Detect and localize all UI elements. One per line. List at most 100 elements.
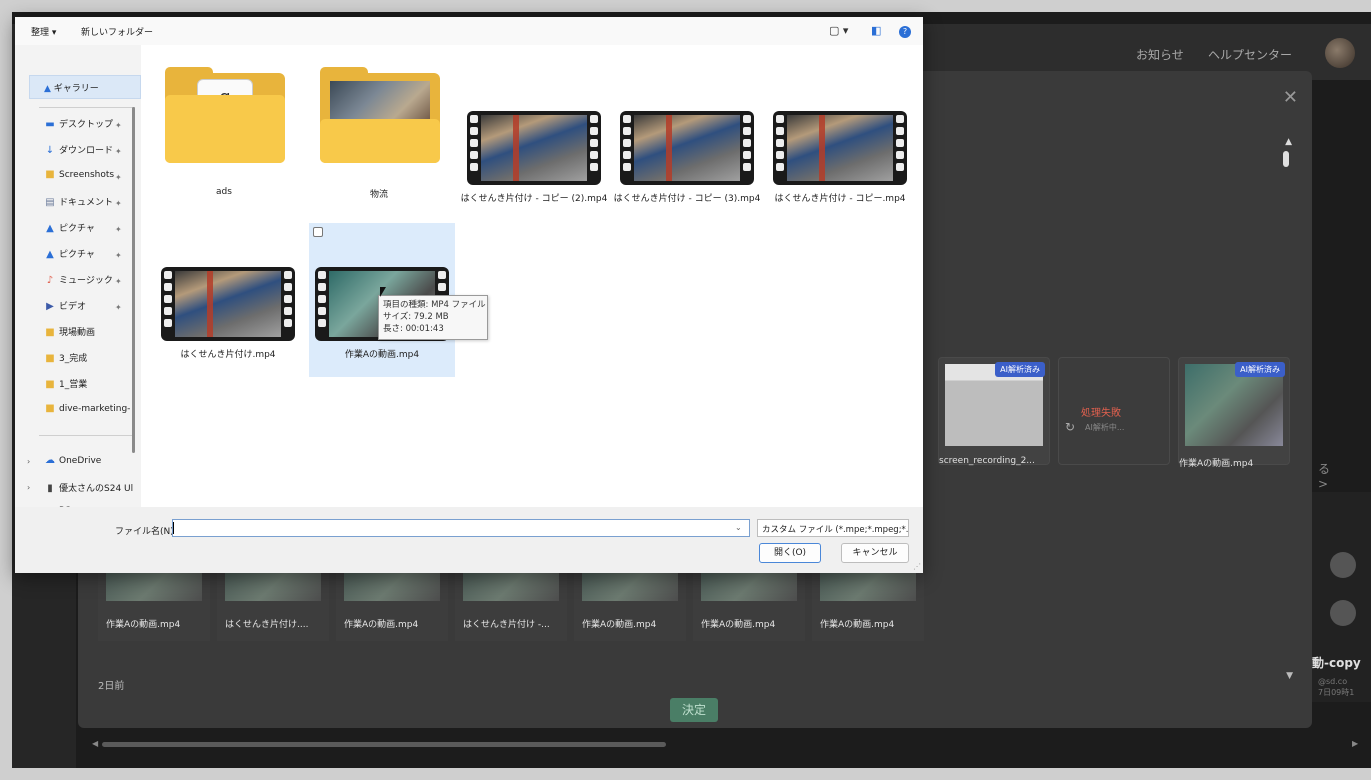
- music-icon: ♪: [46, 275, 54, 286]
- folder-icon: ■: [45, 327, 55, 338]
- download-icon: ↓: [45, 145, 55, 156]
- video-tile-label: はくせんき片付け -...: [463, 620, 550, 630]
- file-type-filter[interactable]: カスタム ファイル (*.mpe;*.mpeg;*.: [757, 519, 909, 537]
- notice-link[interactable]: お知らせ: [1136, 46, 1184, 63]
- video-thumbnail: [773, 111, 907, 185]
- nav-item-desktop[interactable]: ▬ デスクトップ: [43, 117, 113, 135]
- nav-item-phone[interactable]: ▮ 優太さんのS24 Ul: [43, 481, 133, 499]
- filename-input[interactable]: [172, 519, 750, 537]
- video-thumbnail: [344, 571, 440, 601]
- nav-item-music[interactable]: ♪ ミュージック: [43, 273, 113, 291]
- avatar[interactable]: [1325, 38, 1355, 68]
- nav-divider: [39, 435, 135, 436]
- nav-item-folder[interactable]: ■ 1_営業: [43, 377, 87, 395]
- tooltip-type: 項目の種類: MP4 ファイル: [383, 300, 486, 310]
- nav-item-documents[interactable]: ▤ ドキュメント: [43, 195, 113, 213]
- folder-icon: ■: [45, 403, 55, 414]
- confirm-button[interactable]: 決定: [670, 698, 718, 722]
- filter-value: カスタム ファイル (*.mpe;*.mpeg;*.: [762, 525, 909, 535]
- nav-item-pictures[interactable]: ▲ ピクチャ: [43, 247, 95, 265]
- video-tile-label: 作業Aの動画.mp4: [582, 620, 657, 630]
- horizontal-scrollbar[interactable]: [102, 742, 666, 747]
- nav-item-videos[interactable]: ▶ ビデオ: [43, 299, 86, 317]
- video-file-item[interactable]: はくせんき片付け.mp4: [155, 223, 301, 377]
- right-panel-title: 動-copy: [1312, 656, 1361, 670]
- chevron-right-icon[interactable]: ›: [27, 457, 30, 466]
- video-tile[interactable]: 作業Aの動画.mp4: [812, 571, 924, 641]
- reload-icon[interactable]: ↻: [1065, 420, 1075, 434]
- pin-icon[interactable]: ✦: [115, 251, 122, 260]
- nav-item-folder[interactable]: ■ 3_完成: [43, 351, 87, 369]
- video-tile[interactable]: 作業Aの動画.mp4: [98, 571, 210, 641]
- video-thumbnail: [225, 571, 321, 601]
- gallery-icon: ▲: [44, 84, 51, 94]
- folder-item[interactable]: ɑ ads: [151, 45, 297, 199]
- help-center-link[interactable]: ヘルプセンター: [1208, 46, 1292, 63]
- film-holes: [469, 115, 479, 181]
- video-thumbnail: [463, 571, 559, 601]
- close-icon[interactable]: ✕: [1283, 87, 1298, 108]
- right-panel-sub: @sd.co 7日09時1: [1318, 676, 1354, 698]
- media-card[interactable]: AI解析済み screen_recording_2...: [938, 357, 1050, 466]
- media-label: 作業Aの動画.mp4: [1179, 459, 1254, 469]
- nav-item-downloads[interactable]: ↓ ダウンロード: [43, 143, 113, 161]
- pin-icon[interactable]: ✦: [115, 303, 122, 312]
- cancel-button[interactable]: キャンセル: [841, 543, 909, 563]
- dialog-footer: ファイル名(N): ⌄ カスタム ファイル (*.mpe;*.mpeg;*. 開…: [15, 507, 923, 573]
- video-tile[interactable]: 作業Aの動画.mp4: [336, 571, 448, 641]
- preview-pane-icon[interactable]: ◧: [871, 24, 881, 37]
- scroll-down-icon[interactable]: ▼: [1286, 671, 1293, 681]
- pin-icon[interactable]: ✦: [115, 147, 122, 156]
- organize-menu[interactable]: 整理 ▾: [31, 25, 56, 38]
- video-tile[interactable]: はくせんき片付け....: [217, 571, 329, 641]
- nav-item-onedrive[interactable]: ☁ OneDrive: [43, 455, 101, 473]
- nav-item-screenshots[interactable]: ■ Screenshots: [43, 169, 114, 187]
- failed-status: 処理失敗: [1081, 408, 1121, 419]
- open-button[interactable]: 開く(O): [759, 543, 821, 563]
- video-tile-label: 作業Aの動画.mp4: [701, 620, 776, 630]
- help-icon[interactable]: ?: [899, 26, 911, 38]
- chevron-down-icon[interactable]: ⌄: [735, 523, 742, 532]
- scroll-left-icon[interactable]: ◀: [92, 739, 98, 748]
- pin-icon[interactable]: ✦: [115, 199, 122, 208]
- tooltip-size: サイズ: 79.2 MB: [383, 312, 449, 322]
- folder-icon: ■: [45, 169, 55, 180]
- film-holes: [589, 115, 599, 181]
- media-card[interactable]: AI解析済み 作業Aの動画.mp4: [1178, 357, 1290, 469]
- scroll-up-icon[interactable]: ▲: [1285, 137, 1292, 147]
- pin-icon[interactable]: ✦: [115, 173, 122, 182]
- video-file-item[interactable]: はくせんき片付け - コピー.mp4: [767, 45, 913, 204]
- scroll-right-icon[interactable]: ▶: [1352, 739, 1358, 748]
- nav-item-pictures[interactable]: ▲ ピクチャ: [43, 221, 95, 239]
- video-file-item[interactable]: はくせんき片付け - コピー (2).mp4: [461, 45, 607, 204]
- right-panel-date: 7日09時1: [1318, 688, 1355, 697]
- nav-scrollbar[interactable]: [132, 107, 135, 453]
- play-circle-icon[interactable]: [1330, 600, 1356, 626]
- chevron-right-icon[interactable]: ›: [27, 483, 30, 492]
- video-tile[interactable]: 作業Aの動画.mp4: [574, 571, 686, 641]
- video-tile[interactable]: はくせんき片付け -...: [455, 571, 567, 641]
- nav-item-gallery[interactable]: ▲ ギャラリー: [29, 75, 141, 99]
- next-page-link[interactable]: る >: [1318, 460, 1330, 491]
- pin-icon[interactable]: ✦: [115, 121, 122, 130]
- modal-scrollbar[interactable]: [1283, 151, 1289, 167]
- nav-item-folder[interactable]: ■ dive-marketing-: [43, 403, 130, 421]
- select-checkbox[interactable]: [313, 227, 323, 237]
- video-tile[interactable]: 作業Aの動画.mp4: [693, 571, 805, 641]
- file-name: はくせんき片付け - コピー (2).mp4: [460, 194, 608, 204]
- new-folder-button[interactable]: 新しいフォルダー: [81, 25, 153, 38]
- folder-item[interactable]: 物流: [306, 45, 452, 200]
- media-card-failed[interactable]: ↻ 処理失敗 AI解析中...: [1058, 357, 1170, 465]
- pin-icon[interactable]: ✦: [115, 277, 122, 286]
- nav-item-label: Screenshots: [59, 170, 115, 180]
- pin-icon[interactable]: ✦: [115, 225, 122, 234]
- view-options-icon[interactable]: ▢ ▾: [829, 24, 848, 37]
- navigation-pane: ▲ ギャラリー ▬ デスクトップ ↓ ダウンロード ■ Screenshots ▤ ドキ…: [15, 45, 141, 516]
- play-circle-icon[interactable]: [1330, 552, 1356, 578]
- resize-grip-icon[interactable]: ⋰: [913, 562, 921, 571]
- nav-item-label: ピクチャ: [59, 250, 95, 260]
- video-thumbnail: [161, 267, 295, 341]
- folder-icon: ■: [45, 353, 55, 364]
- nav-item-folder[interactable]: ■ 現場動画: [43, 325, 95, 343]
- video-file-item[interactable]: はくせんき片付け - コピー (3).mp4: [614, 45, 760, 204]
